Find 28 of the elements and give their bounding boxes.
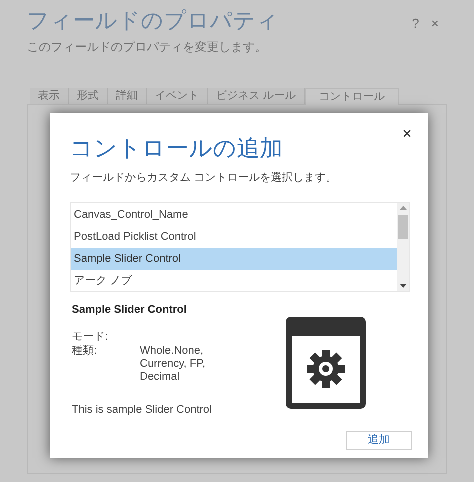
- tab[interactable]: 形式: [69, 88, 108, 104]
- field-label: 種類:: [72, 345, 98, 359]
- control-list-item[interactable]: Sample Slider Control: [71, 248, 397, 270]
- modal-subtitle: フィールドからカスタム コントロールを選択します。: [70, 171, 338, 186]
- control-list-item[interactable]: PostLoad Picklist Control: [71, 226, 397, 248]
- tab[interactable]: 表示: [30, 88, 69, 104]
- dialog-subtitle: このフィールドのプロパティを変更します。: [27, 39, 268, 56]
- tab[interactable]: コントロール: [305, 88, 400, 105]
- field-value: Whole.None, Currency, FP, Decimal: [140, 345, 207, 384]
- scrollbar[interactable]: [397, 202, 409, 290]
- gear-window-icon: [286, 316, 366, 408]
- close-button[interactable]: ×: [402, 123, 412, 147]
- modal-title: コントロールの追加: [70, 134, 284, 163]
- scroll-thumb[interactable]: [398, 214, 408, 238]
- scroll-down-icon[interactable]: [400, 284, 406, 288]
- scroll-up-icon[interactable]: [400, 206, 406, 210]
- dialog-title: フィールドのプロパティ: [27, 7, 279, 35]
- control-list-item[interactable]: Canvas_Control_Name: [71, 204, 397, 226]
- control-list-item[interactable]: アーク ノブ: [71, 270, 397, 292]
- field-label: モード:: [72, 331, 110, 344]
- tab[interactable]: イベント: [147, 88, 208, 104]
- close-button[interactable]: ×: [431, 14, 439, 34]
- tab[interactable]: ビジネス ルール: [208, 88, 306, 104]
- help-button[interactable]: ?: [412, 14, 420, 34]
- control-name: Sample Slider Control: [72, 302, 188, 318]
- tab[interactable]: 詳細: [108, 88, 147, 104]
- add-button[interactable]: 追加: [346, 431, 412, 450]
- control-description: This is sample Slider Control: [72, 403, 213, 418]
